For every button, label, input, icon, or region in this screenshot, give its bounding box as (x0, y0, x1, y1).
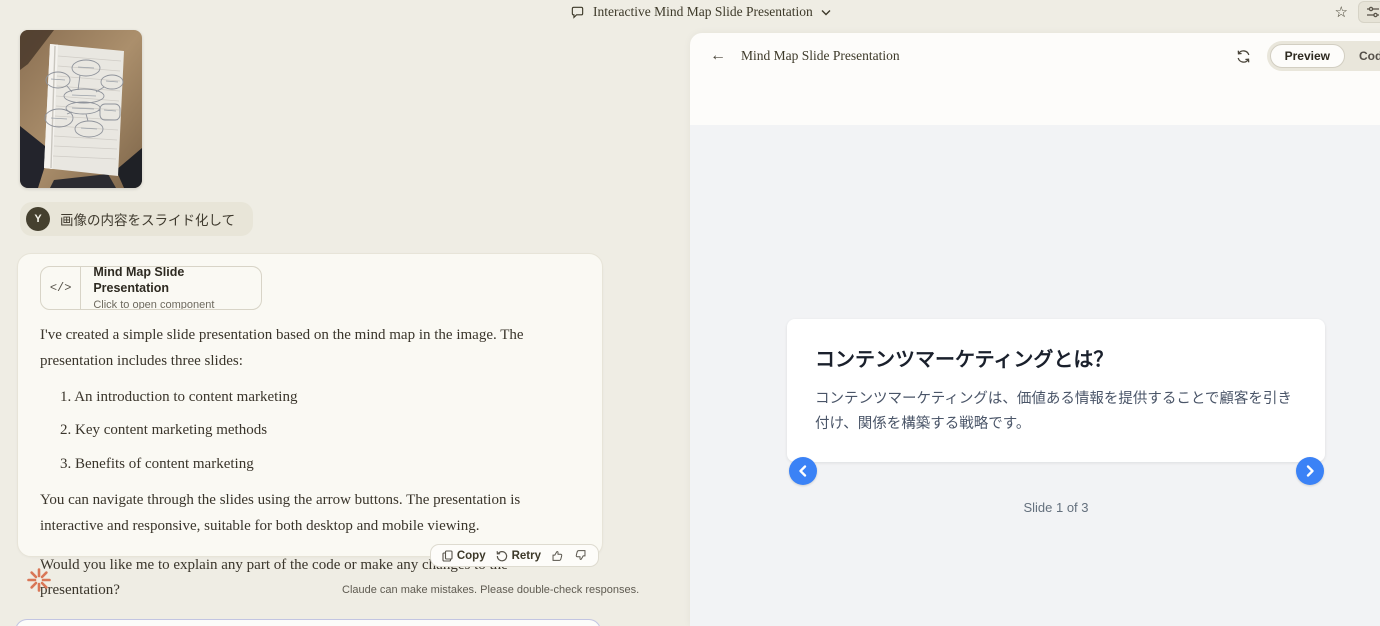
artifact-panel: ← Mind Map Slide Presentation Preview Co… (690, 33, 1380, 626)
thumbs-up-icon[interactable] (548, 549, 567, 562)
list-item: 2. Key content marketing methods (40, 419, 582, 442)
artifact-card-subtitle: Click to open component (93, 298, 249, 310)
view-toggle: Preview Code (1267, 41, 1380, 71)
claude-logo-icon[interactable] (26, 567, 52, 593)
artifact-header: ← Mind Map Slide Presentation Preview Co… (690, 33, 1380, 79)
message-action-bar: Copy Retry (430, 544, 599, 567)
refresh-icon[interactable] (1236, 49, 1251, 64)
back-arrow-icon[interactable]: ← (710, 48, 726, 64)
user-avatar: Y (26, 207, 50, 231)
conversation-title-menu[interactable]: Interactive Mind Map Slide Presentation (570, 0, 831, 24)
thumbs-down-icon[interactable] (571, 549, 590, 562)
slide-list: 1. An introduction to content marketing … (40, 386, 582, 476)
list-item: 1. An introduction to content marketing (40, 386, 582, 409)
user-message-bubble: Y 画像の内容をスライド化して (20, 202, 253, 236)
code-artifact-icon: </> (41, 267, 81, 309)
response-navigate-paragraph: You can navigate through the slides usin… (40, 488, 582, 540)
list-item: 3. Benefits of content marketing (40, 453, 582, 476)
slide-card: コンテンツマーケティングとは？ コンテンツマーケティングは、価値ある情報を提供す… (787, 319, 1325, 462)
slide-heading: コンテンツマーケティングとは？ (815, 343, 1297, 372)
chevron-down-icon (821, 9, 831, 16)
artifact-title: Mind Map Slide Presentation (741, 48, 900, 64)
conversation-title: Interactive Mind Map Slide Presentation (593, 4, 813, 20)
next-slide-button[interactable] (1296, 457, 1324, 485)
previous-slide-button[interactable] (789, 457, 817, 485)
retry-label: Retry (512, 550, 541, 562)
star-icon[interactable]: ☆ (1335, 5, 1348, 20)
artifact-preview-area: コンテンツマーケティングとは？ コンテンツマーケティングは、価値ある情報を提供す… (690, 125, 1380, 626)
assistant-message: </> Mind Map Slide Presentation Click to… (17, 253, 603, 557)
top-bar: Interactive Mind Map Slide Presentation … (0, 0, 1380, 24)
tab-code[interactable]: Code (1345, 45, 1380, 67)
disclaimer-text: Claude can make mistakes. Please double-… (342, 584, 639, 596)
tab-preview[interactable]: Preview (1270, 44, 1345, 68)
slide-body: コンテンツマーケティングは、価値ある情報を提供することで顧客を引き付け、関係を構… (815, 387, 1297, 438)
response-intro: I've created a simple slide presentation… (40, 323, 582, 375)
chat-bubble-icon (570, 5, 585, 20)
copy-label: Copy (457, 550, 486, 562)
settings-sliders-icon[interactable] (1358, 1, 1380, 23)
copy-button[interactable]: Copy (439, 550, 489, 562)
user-message-text: 画像の内容をスライド化して (60, 209, 235, 229)
uploaded-notebook-image[interactable] (20, 30, 142, 188)
artifact-card-title: Mind Map Slide Presentation (93, 266, 249, 297)
artifact-card[interactable]: </> Mind Map Slide Presentation Click to… (40, 266, 262, 310)
chat-input[interactable] (15, 619, 601, 626)
retry-button[interactable]: Retry (493, 550, 544, 562)
user-message-row: Y 画像の内容をスライド化して (20, 202, 253, 236)
slide-counter: Slide 1 of 3 (787, 500, 1325, 515)
